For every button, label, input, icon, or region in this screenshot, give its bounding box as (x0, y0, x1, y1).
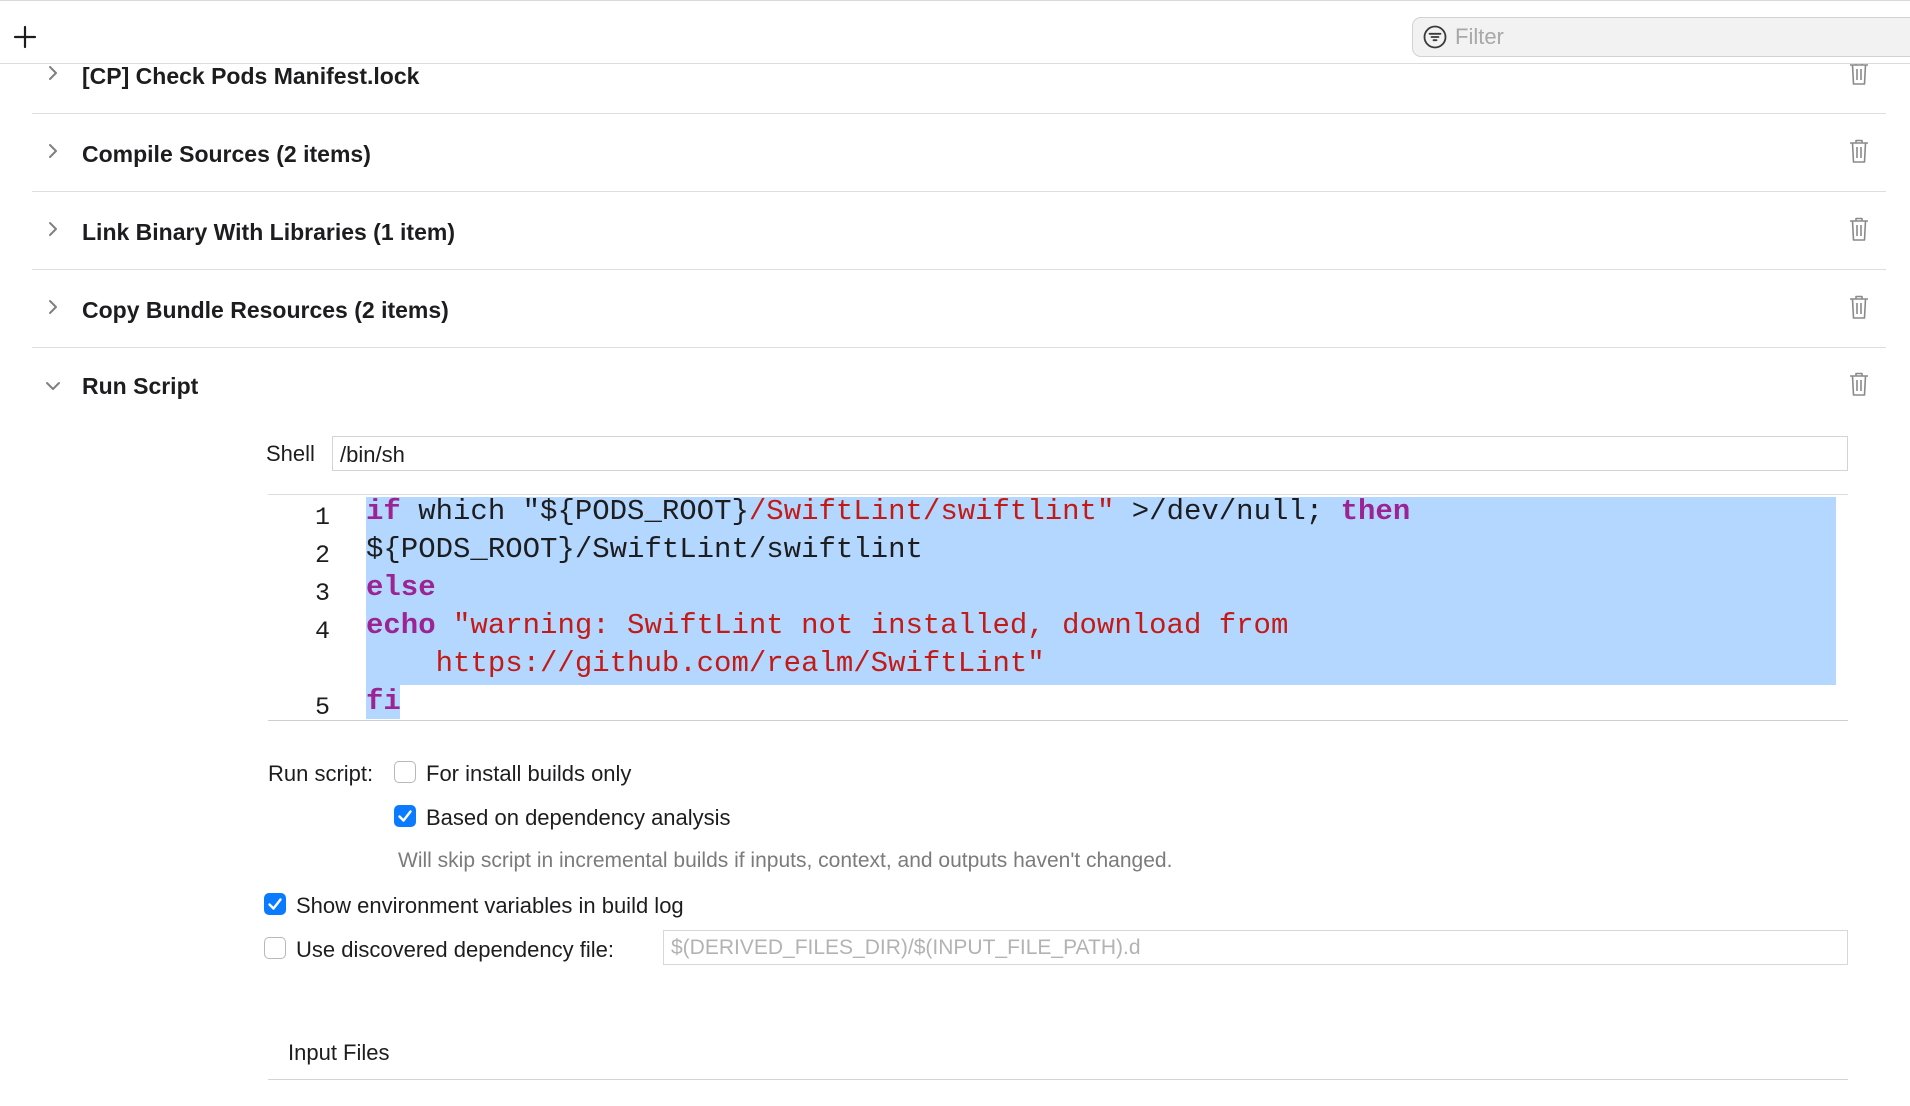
keyword: then (1340, 495, 1411, 528)
dependency-analysis-hint: Will skip script in incremental builds i… (398, 849, 1173, 872)
filter-icon (1423, 25, 1447, 49)
trash-icon[interactable] (1848, 216, 1870, 242)
use-dep-file-label[interactable]: Use discovered dependency file: (296, 937, 614, 963)
line-number: 1 (314, 503, 330, 532)
plus-icon[interactable] (12, 24, 38, 50)
chevron-right-icon[interactable] (46, 298, 60, 316)
line-number: 3 (314, 579, 330, 608)
phase-compile-sources[interactable]: Compile Sources (2 items) (32, 114, 1886, 192)
input-files-label: Input Files (288, 1040, 390, 1065)
code-line: else (366, 571, 436, 604)
code-line: fi (366, 685, 401, 718)
line-number: 2 (314, 541, 330, 570)
run-script-label: Run script: (268, 761, 374, 786)
line-number: 4 (314, 617, 330, 646)
checkmark-icon (268, 898, 282, 910)
keyword: echo (366, 609, 436, 642)
keyword: fi (366, 685, 401, 718)
code-string: "warning: SwiftLint not installed, downl… (435, 609, 1289, 642)
filter-input[interactable] (1455, 22, 1895, 52)
phase-copy-bundle-resources[interactable]: Copy Bundle Resources (2 items) (32, 270, 1886, 348)
script-editor[interactable]: 1 2 3 4 5 if which "${PODS_ROOT}/SwiftLi… (268, 494, 1848, 722)
trash-icon[interactable] (1848, 138, 1870, 164)
filter-field[interactable] (1412, 17, 1910, 57)
code-text: >/dev/null; (1114, 495, 1341, 528)
phase-link-binary[interactable]: Link Binary With Libraries (1 item) (32, 192, 1886, 270)
shell-label: Shell (266, 441, 315, 466)
dependency-analysis-checkbox[interactable] (394, 805, 416, 827)
code-line: echo "warning: SwiftLint not installed, … (366, 609, 1288, 642)
dependency-file-field[interactable]: $(DERIVED_FILES_DIR)/$(INPUT_FILE_PATH).… (663, 930, 1848, 965)
keyword: if (366, 495, 401, 528)
install-builds-only-checkbox[interactable] (394, 761, 416, 783)
checkmark-icon (398, 810, 412, 822)
chevron-right-icon[interactable] (46, 220, 60, 238)
phase-run-script[interactable]: Run Script (32, 347, 1886, 425)
code-string: "${PODS_ROOT} (522, 495, 749, 528)
phase-title: Copy Bundle Resources (2 items) (82, 297, 449, 323)
build-phases-toolbar (0, 0, 1910, 64)
chevron-down-icon[interactable] (44, 379, 62, 393)
trash-icon[interactable] (1848, 294, 1870, 320)
dependency-analysis-label[interactable]: Based on dependency analysis (426, 805, 731, 831)
shell-field[interactable]: /bin/sh (332, 436, 1848, 471)
chevron-right-icon[interactable] (46, 64, 60, 82)
code-string: https://github.com/realm/SwiftLint" (366, 647, 1045, 680)
use-dep-file-checkbox[interactable] (264, 937, 286, 959)
trash-icon[interactable] (1848, 371, 1870, 397)
keyword: else (366, 571, 436, 604)
chevron-right-icon[interactable] (46, 142, 60, 160)
phase-title: Link Binary With Libraries (1 item) (82, 219, 455, 245)
dependency-file-placeholder: $(DERIVED_FILES_DIR)/$(INPUT_FILE_PATH).… (671, 936, 1141, 959)
phase-title: Run Script (82, 373, 199, 399)
phase-title: Compile Sources (2 items) (82, 141, 371, 167)
code-line: if which "${PODS_ROOT}/SwiftLint/swiftli… (366, 495, 1410, 528)
input-files-section[interactable]: Input Files (268, 1030, 1848, 1080)
phase-title: [CP] Check Pods Manifest.lock (82, 63, 420, 89)
show-env-vars-checkbox[interactable] (264, 893, 286, 915)
code-line: ${PODS_ROOT}/SwiftLint/swiftlint (366, 533, 923, 566)
code-string: /SwiftLint/swiftlint" (748, 495, 1115, 528)
show-env-vars-label[interactable]: Show environment variables in build log (296, 893, 684, 919)
install-builds-only-label[interactable]: For install builds only (426, 761, 631, 787)
shell-value: /bin/sh (340, 442, 405, 467)
code-line: https://github.com/realm/SwiftLint" (366, 647, 1045, 680)
code-text: which (400, 495, 523, 528)
line-number: 5 (314, 693, 330, 722)
